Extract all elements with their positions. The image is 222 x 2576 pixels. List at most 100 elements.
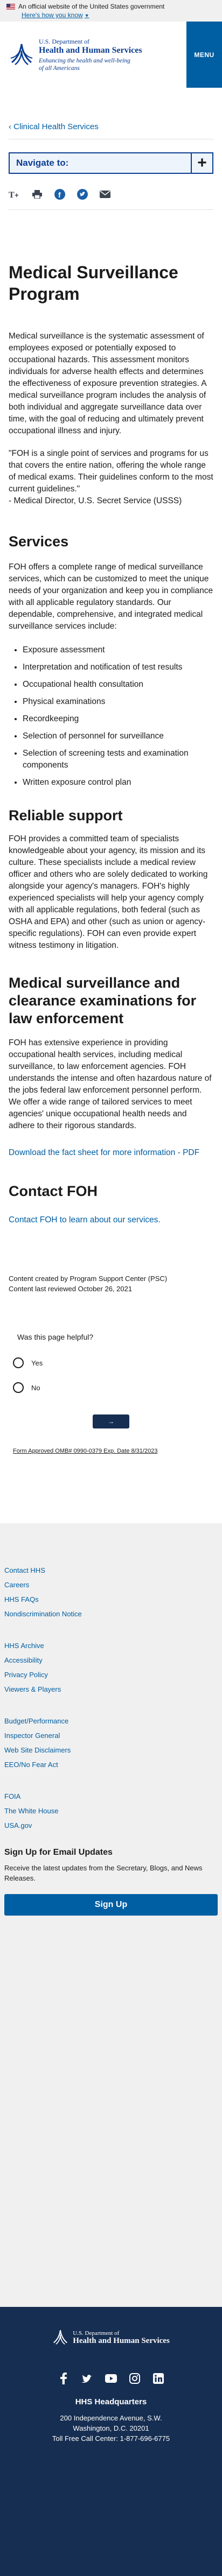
footer-link[interactable]: USA.gov xyxy=(4,1820,218,1831)
menu-button[interactable]: MENU xyxy=(186,51,222,59)
footer-links-group-3: Budget/Performance Inspector General Web… xyxy=(4,1716,218,1770)
site-footer: Contact HHS Careers HHS FAQs Nondiscrimi… xyxy=(0,1523,222,2307)
address-line-1: 200 Independence Avenue, S.W. xyxy=(60,2414,162,2422)
linkedin-icon[interactable] xyxy=(152,2373,164,2384)
signup-text: Receive the latest updates from the Secr… xyxy=(4,1864,203,1882)
text-size-icon[interactable]: T + xyxy=(9,188,20,200)
email-icon[interactable] xyxy=(99,188,111,200)
twitter-icon[interactable] xyxy=(81,2373,93,2384)
radio-yes-label: Yes xyxy=(31,1359,43,1367)
facebook-icon[interactable] xyxy=(58,2373,70,2384)
footer-links-group-2: HHS Archive Accessibility Privacy Policy… xyxy=(4,1641,218,1694)
heres-how-you-know-link[interactable]: Here's how you know ▼ xyxy=(22,11,89,19)
signup-button[interactable]: Sign Up xyxy=(4,1894,218,1916)
plus-icon[interactable]: + xyxy=(191,153,212,173)
content-reviewed: Content last reviewed October 26, 2021 xyxy=(9,1285,133,1293)
hhs-eagle-icon xyxy=(53,2330,68,2345)
list-item: Physical examinations xyxy=(23,696,213,708)
list-item: Selection of screening tests and examina… xyxy=(23,748,213,771)
footer-link[interactable]: EEO/No Fear Act xyxy=(4,1759,218,1770)
social-links xyxy=(0,2373,222,2384)
breadcrumb: ‹ Clinical Health Services xyxy=(0,122,222,131)
footer-link[interactable]: Web Site Disclaimers xyxy=(4,1745,218,1755)
youtube-icon[interactable] xyxy=(105,2373,117,2384)
omb-notice-link[interactable]: Form Approved OMB# 0990-0379 Exp. Date 8… xyxy=(13,1448,222,1454)
radio-yes[interactable]: Yes xyxy=(13,1357,222,1368)
chevron-left-icon: ‹ xyxy=(9,122,14,131)
law-enforcement-heading: Medical surveillance and clearance exami… xyxy=(9,975,197,1026)
feedback-form: Was this page helpful? Yes No → Form App… xyxy=(0,1333,222,1454)
address-line-2: Washington, D.C. 20201 xyxy=(73,2424,149,2432)
fact-sheet-link[interactable]: Download the fact sheet for more informa… xyxy=(9,1147,213,1159)
helpful-question: Was this page helpful? xyxy=(17,1333,94,1341)
reliable-support-heading: Reliable support xyxy=(9,807,123,824)
footer-links-group-1: Contact HHS Careers HHS FAQs Nondiscrimi… xyxy=(4,1565,218,1619)
print-icon[interactable] xyxy=(31,188,43,200)
navigate-label: Navigate to: xyxy=(16,158,69,168)
footer-link[interactable]: Careers xyxy=(4,1580,218,1590)
hq-address: 200 Independence Avenue, S.W. Washington… xyxy=(0,2413,222,2444)
footer-link[interactable]: Budget/Performance xyxy=(4,1716,218,1726)
next-button[interactable]: → xyxy=(93,1414,129,1428)
hhs-logo[interactable]: U.S. Department of Health and Human Serv… xyxy=(0,22,186,88)
reliable-support-paragraph: FOH provides a committed team of special… xyxy=(9,834,208,950)
footer-logo-name: Health and Human Services xyxy=(73,2336,170,2345)
quote-paragraph: "FOH is a single point of services and p… xyxy=(9,448,213,507)
phone-line[interactable]: Toll Free Call Center: 1-877-696-6775 xyxy=(0,2433,222,2444)
list-item: Selection of personnel for surveillance xyxy=(23,730,213,742)
svg-text:T: T xyxy=(9,191,15,199)
hhs-eagle-icon xyxy=(10,44,33,65)
instagram-icon[interactable] xyxy=(129,2373,141,2384)
footer-link[interactable]: Privacy Policy xyxy=(4,1670,218,1680)
content-created: Content created by Program Support Cente… xyxy=(9,1275,168,1283)
site-header: U.S. Department of Health and Human Serv… xyxy=(0,22,222,88)
services-heading: Services xyxy=(9,533,69,550)
radio-no[interactable]: No xyxy=(13,1382,222,1393)
radio-no-label: No xyxy=(31,1383,40,1392)
facebook-icon[interactable]: f xyxy=(54,188,66,200)
banner-text: An official website of the United States… xyxy=(18,3,165,10)
hq-title: HHS Headquarters xyxy=(75,2397,147,2406)
footer-link[interactable]: Contact HHS xyxy=(4,1565,218,1575)
footer-link[interactable]: HHS FAQs xyxy=(4,1594,218,1604)
footer-links-group-4: FOIA The White House USA.gov xyxy=(4,1791,218,1831)
footer-link[interactable]: Inspector General xyxy=(4,1730,218,1741)
footer-link[interactable]: The White House xyxy=(4,1806,218,1816)
footer-link[interactable]: Nondiscrimination Notice xyxy=(4,1609,218,1619)
official-banner: An official website of the United States… xyxy=(0,0,222,22)
svg-text:f: f xyxy=(58,191,61,199)
page-title: Medical Surveillance Program xyxy=(9,263,178,304)
quote-text: "FOH is a single point of services and p… xyxy=(9,449,213,494)
footer-link[interactable]: Viewers & Players xyxy=(4,1684,218,1694)
law-enforcement-paragraph: FOH has extensive experience in providin… xyxy=(9,1038,212,1130)
page-tools: T + f xyxy=(9,188,213,201)
services-list: Exposure assessment Interpretation and n… xyxy=(23,644,213,789)
footer-link[interactable]: Accessibility xyxy=(4,1655,218,1665)
footer-link[interactable]: HHS Archive xyxy=(4,1641,218,1651)
footer-link[interactable]: FOIA xyxy=(4,1791,218,1801)
navigate-to-accordion[interactable]: Navigate to: + xyxy=(9,152,213,174)
tools-divider xyxy=(9,209,213,210)
content-meta: Content created by Program Support Cente… xyxy=(9,1273,213,1294)
logo-tagline-1: Enhancing the health and well-being xyxy=(39,57,130,64)
email-signup: Sign Up for Email Updates Receive the la… xyxy=(4,1848,218,1916)
radio-yes-input[interactable] xyxy=(13,1357,24,1368)
us-flag-icon xyxy=(6,3,15,10)
twitter-icon[interactable] xyxy=(77,188,88,200)
quote-attribution: - Medical Director, U.S. Secret Service … xyxy=(9,496,182,505)
logo-dept: U.S. Department of xyxy=(39,37,89,45)
contact-heading: Contact FOH xyxy=(9,1183,98,1199)
list-item: Occupational health consultation xyxy=(23,679,213,691)
breadcrumb-link[interactable]: ‹ Clinical Health Services xyxy=(9,122,99,131)
intro-paragraph: Medical surveillance is the systematic a… xyxy=(9,332,206,435)
list-item: Recordkeeping xyxy=(23,713,213,725)
footer-hhs-logo[interactable]: U.S. Department of Health and Human Serv… xyxy=(0,2328,222,2347)
footer-identity: U.S. Department of Health and Human Serv… xyxy=(0,2307,222,2576)
chevron-down-icon: ▼ xyxy=(84,13,89,18)
list-item: Interpretation and notification of test … xyxy=(23,661,213,673)
list-item: Exposure assessment xyxy=(23,644,213,656)
radio-no-input[interactable] xyxy=(13,1382,24,1393)
signup-title: Sign Up for Email Updates xyxy=(4,1848,113,1857)
contact-foh-link[interactable]: Contact FOH to learn about our services. xyxy=(9,1214,213,1226)
footer-logo-dept: U.S. Department of xyxy=(73,2329,120,2336)
